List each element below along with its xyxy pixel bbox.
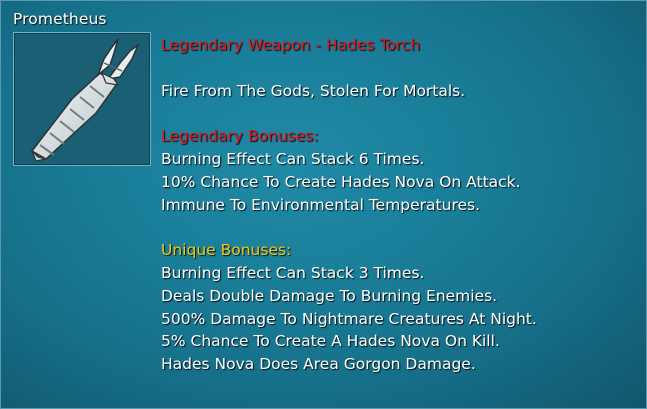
unique-bonuses-title: Unique Bonuses:: [161, 241, 292, 260]
item-name: Prometheus: [13, 10, 107, 28]
legendary-bonus: Immune To Environmental Temperatures.: [161, 195, 481, 214]
item-flavor-text: Fire From The Gods, Stolen For Mortals.: [161, 81, 466, 100]
unique-bonus: Deals Double Damage To Burning Enemies.: [161, 286, 498, 305]
unique-bonus: Hades Nova Does Area Gorgon Damage.: [161, 355, 476, 374]
item-tooltip: Prometheus Legendary Weapon - Hades Torc…: [0, 0, 647, 409]
item-icon-frame: [13, 32, 151, 166]
legendary-bonuses-title: Legendary Bonuses:: [161, 127, 319, 146]
item-description: Legendary Weapon - Hades Torch Fire From…: [161, 34, 641, 376]
unique-bonus: Burning Effect Can Stack 3 Times.: [161, 263, 425, 282]
hades-torch-icon: [30, 38, 140, 162]
unique-bonus: 500% Damage To Nightmare Creatures At Ni…: [161, 309, 537, 328]
item-header: Legendary Weapon - Hades Torch: [161, 36, 421, 54]
legendary-bonus: 10% Chance To Create Hades Nova On Attac…: [161, 172, 521, 191]
unique-bonus: 5% Chance To Create A Hades Nova On Kill…: [161, 332, 500, 351]
legendary-bonus: Burning Effect Can Stack 6 Times.: [161, 149, 425, 168]
